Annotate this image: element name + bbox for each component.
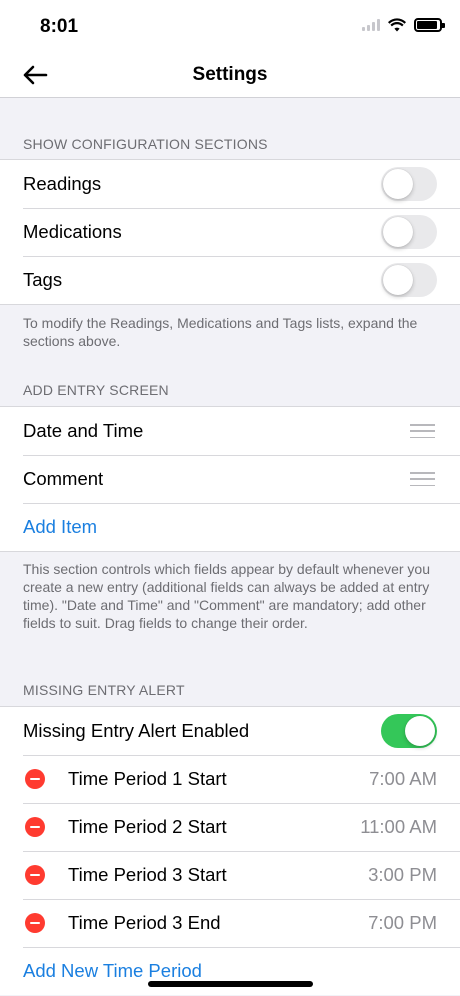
time-period-value: 11:00 AM [360, 816, 437, 837]
delete-minus-icon[interactable] [25, 817, 45, 837]
status-time: 8:01 [40, 16, 79, 37]
row-label: Tags [23, 269, 63, 290]
row-label: Medications [23, 221, 122, 242]
missing-entry-group: Missing Entry Alert Enabled Time Period … [0, 706, 460, 995]
config-sections-footer: To modify the Readings, Medications and … [23, 315, 418, 349]
date-time-row: Date and Time [0, 407, 460, 455]
tags-row: Tags [0, 256, 460, 304]
time-period-label: Time Period 3 Start [68, 864, 227, 885]
time-period-row[interactable]: Time Period 3 Start 3:00 PM [0, 851, 460, 899]
add-item-row[interactable]: Add Item [0, 503, 460, 551]
time-period-label: Time Period 2 Start [68, 816, 227, 837]
time-period-row[interactable]: Time Period 2 Start 11:00 AM [0, 803, 460, 851]
drag-handle-icon[interactable] [410, 472, 435, 486]
cellular-signal-icon [362, 19, 380, 31]
time-period-label: Time Period 1 Start [68, 768, 227, 789]
medications-row: Medications [0, 208, 460, 256]
add-entry-group: Date and Time Comment Add Item [0, 406, 460, 552]
wifi-icon [388, 18, 406, 32]
delete-minus-icon[interactable] [25, 913, 45, 933]
tags-toggle[interactable] [381, 263, 437, 297]
time-period-row[interactable]: Time Period 3 End 7:00 PM [0, 899, 460, 947]
home-indicator [148, 981, 313, 987]
time-period-value: 7:00 AM [369, 768, 437, 789]
row-label: Comment [23, 468, 104, 489]
status-icons [362, 18, 445, 32]
status-bar: 8:01 [0, 0, 460, 52]
drag-handle-icon[interactable] [410, 424, 435, 438]
add-time-period-row[interactable]: Add New Time Period [0, 947, 460, 995]
missing-entry-header: MISSING ENTRY ALERT [23, 682, 185, 698]
time-period-value: 3:00 PM [368, 864, 437, 885]
comment-row: Comment [0, 455, 460, 503]
row-label: Readings [23, 173, 102, 194]
missing-entry-alert-row: Missing Entry Alert Enabled [0, 707, 460, 755]
battery-icon [414, 18, 445, 32]
add-entry-footer: This section controls which fields appea… [23, 561, 430, 631]
config-sections-group: Readings Medications Tags [0, 159, 460, 305]
row-label: Missing Entry Alert Enabled [23, 720, 250, 741]
row-label: Date and Time [23, 420, 144, 441]
navigation-bar: Settings [0, 52, 460, 98]
time-period-value: 7:00 PM [368, 912, 437, 933]
delete-minus-icon[interactable] [25, 865, 45, 885]
missing-entry-alert-toggle[interactable] [381, 714, 437, 748]
medications-toggle[interactable] [381, 215, 437, 249]
config-sections-header: SHOW CONFIGURATION SECTIONS [23, 136, 268, 152]
add-time-period-link[interactable]: Add New Time Period [23, 960, 202, 982]
delete-minus-icon[interactable] [25, 769, 45, 789]
add-item-link[interactable]: Add Item [23, 516, 97, 538]
page-title: Settings [192, 64, 268, 85]
time-period-label: Time Period 3 End [68, 912, 221, 933]
readings-row: Readings [0, 160, 460, 208]
readings-toggle[interactable] [381, 167, 437, 201]
time-period-row[interactable]: Time Period 1 Start 7:00 AM [0, 755, 460, 803]
add-entry-header: ADD ENTRY SCREEN [23, 382, 169, 398]
